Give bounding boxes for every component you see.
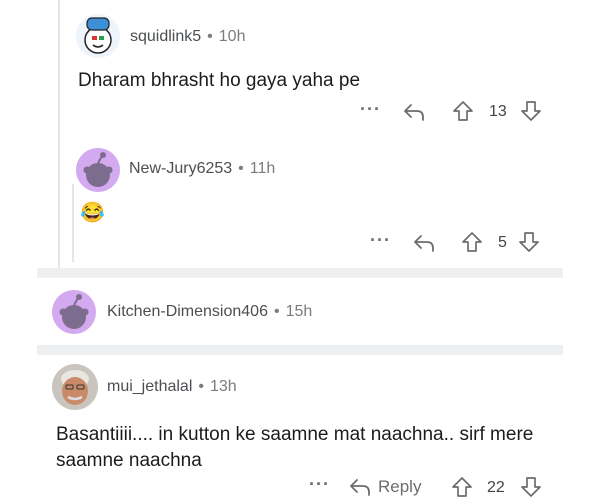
comment-author[interactable]: mui_jethalal • 13h bbox=[107, 378, 237, 396]
comment-author[interactable]: New-Jury6253 • 11h bbox=[129, 160, 275, 178]
upvote-icon[interactable] bbox=[449, 474, 475, 500]
snoo-avatar-icon bbox=[84, 17, 112, 54]
separator-dot: • bbox=[238, 160, 244, 177]
comment-divider bbox=[37, 345, 563, 355]
avatar[interactable] bbox=[52, 290, 96, 334]
snoo-avatar-icon bbox=[59, 294, 89, 329]
upvote-icon[interactable] bbox=[450, 98, 476, 124]
avatar[interactable] bbox=[52, 364, 98, 410]
comment-text: 😂 bbox=[80, 202, 105, 224]
reply-label: Reply bbox=[378, 477, 422, 496]
comment-author[interactable]: Kitchen-Dimension406 • 15h bbox=[107, 303, 312, 321]
avatar[interactable] bbox=[76, 14, 120, 58]
snoo-avatar-icon bbox=[83, 152, 113, 187]
thread-line bbox=[72, 184, 74, 262]
more-icon[interactable]: ··· bbox=[370, 230, 391, 251]
downvote-icon[interactable] bbox=[516, 229, 542, 255]
more-icon[interactable]: ··· bbox=[360, 99, 381, 120]
vote-count: 22 bbox=[487, 479, 505, 496]
comment-text: Basantiiii.... in kutton ke saamne mat n… bbox=[56, 424, 534, 471]
separator-dot: • bbox=[273, 303, 280, 320]
reply-arrow-icon[interactable] bbox=[400, 99, 428, 125]
downvote-icon[interactable] bbox=[518, 474, 544, 500]
thread-line bbox=[58, 0, 60, 268]
comment-text: Dharam bhrasht ho gaya yaha pe bbox=[78, 70, 361, 91]
separator-dot: • bbox=[207, 28, 213, 45]
upvote-icon[interactable] bbox=[459, 229, 485, 255]
username[interactable]: Kitchen-Dimension406 bbox=[107, 303, 268, 320]
username[interactable]: squidlink5 bbox=[130, 28, 201, 45]
timestamp: 13h bbox=[210, 378, 237, 395]
user-photo-avatar-icon bbox=[61, 370, 89, 405]
more-icon[interactable]: ··· bbox=[309, 474, 330, 495]
timestamp: 11h bbox=[249, 160, 276, 177]
username[interactable]: New-Jury6253 bbox=[129, 160, 232, 177]
comment-author[interactable]: squidlink5 • 10h bbox=[130, 28, 245, 46]
avatar[interactable] bbox=[76, 148, 120, 192]
comment-divider bbox=[37, 268, 563, 278]
timestamp: 15h bbox=[285, 303, 313, 320]
separator-dot: • bbox=[198, 378, 204, 395]
reply-arrow-icon[interactable] bbox=[410, 230, 438, 256]
vote-count: 13 bbox=[489, 103, 507, 120]
vote-count: 5 bbox=[498, 234, 507, 251]
reply-button[interactable]: Reply bbox=[348, 474, 421, 500]
reply-arrow-icon bbox=[350, 479, 370, 496]
username[interactable]: mui_jethalal bbox=[107, 378, 192, 395]
downvote-icon[interactable] bbox=[518, 98, 544, 124]
timestamp: 10h bbox=[218, 28, 246, 45]
